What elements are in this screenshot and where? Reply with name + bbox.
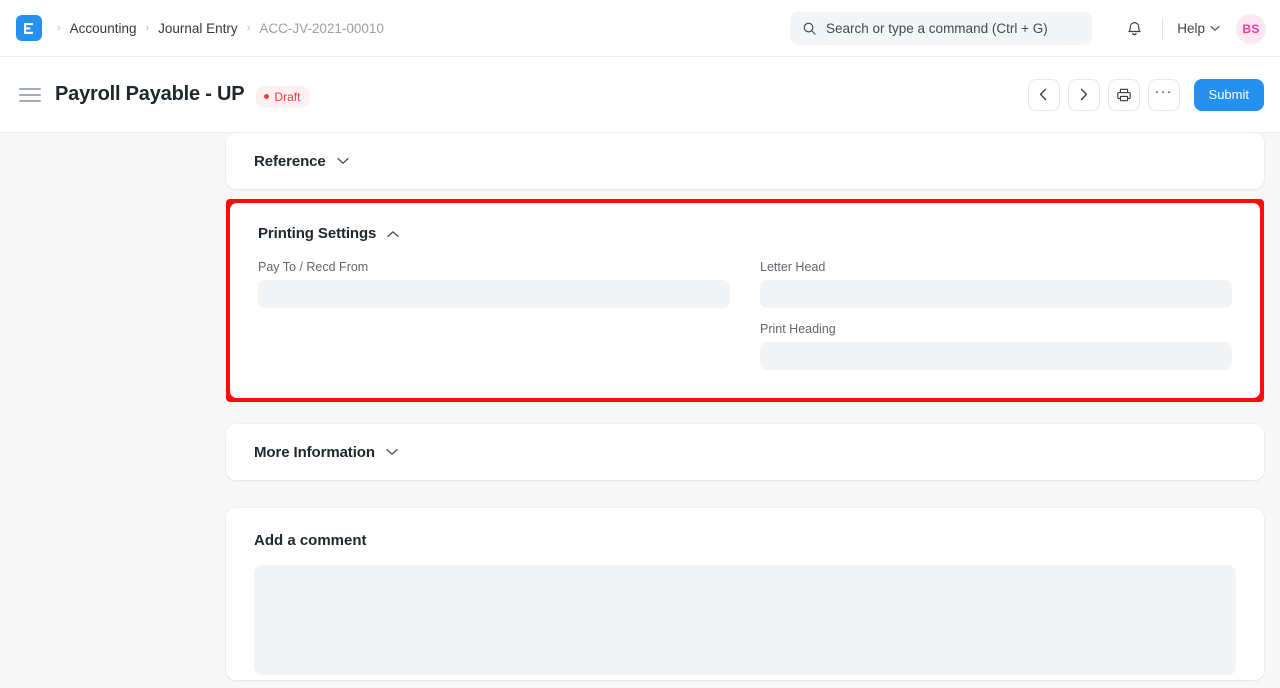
- navbar-divider: [1162, 18, 1163, 40]
- more-actions-button[interactable]: ···: [1148, 79, 1180, 111]
- letter-head-input[interactable]: [760, 280, 1232, 308]
- print-heading-input[interactable]: [760, 342, 1232, 370]
- chevron-down-icon[interactable]: [386, 448, 398, 456]
- section-reference-header[interactable]: Reference: [254, 153, 349, 170]
- section-printing-settings-title: Printing Settings: [258, 225, 376, 242]
- status-badge-label: Draft: [274, 90, 300, 104]
- next-document-button[interactable]: [1068, 79, 1100, 111]
- field-letter-head-label: Letter Head: [760, 260, 1232, 274]
- avatar[interactable]: BS: [1236, 14, 1266, 44]
- status-dot-icon: [264, 94, 269, 99]
- breadcrumb-separator: ›: [48, 23, 70, 34]
- column-spacer: [258, 322, 730, 364]
- breadcrumb-separator: ›: [136, 23, 158, 34]
- field-pay-to-recd-from: Pay To / Recd From: [258, 260, 730, 308]
- section-printing-settings-header[interactable]: Printing Settings: [258, 225, 1232, 242]
- chevron-down-icon: [1210, 25, 1220, 32]
- page-body: Reference Printing Settings Pa: [0, 133, 1280, 688]
- breadcrumb-item-current: ACC-JV-2021-00010: [259, 21, 384, 36]
- prev-document-button[interactable]: [1028, 79, 1060, 111]
- page-title: Payroll Payable - UP: [55, 83, 244, 106]
- pay-to-recd-from-input[interactable]: [258, 280, 730, 308]
- chevron-up-icon[interactable]: [387, 230, 399, 238]
- printing-settings-right-column: Letter Head Print Heading: [760, 260, 1232, 370]
- hamburger-menu-icon[interactable]: [19, 88, 41, 102]
- submit-button[interactable]: Submit: [1194, 79, 1264, 111]
- top-navbar: › Accounting › Journal Entry › ACC-JV-20…: [0, 0, 1280, 57]
- field-print-heading: Print Heading: [760, 322, 1232, 370]
- help-menu-button[interactable]: Help: [1175, 17, 1222, 40]
- printing-settings-left-column: Pay To / Recd From: [258, 260, 730, 370]
- breadcrumb: › Accounting › Journal Entry › ACC-JV-20…: [48, 21, 384, 36]
- notifications-button[interactable]: [1118, 13, 1150, 45]
- hamburger-bar: [19, 88, 41, 90]
- status-badge: Draft: [256, 86, 310, 108]
- chevron-down-icon[interactable]: [337, 157, 349, 165]
- section-more-information-title: More Information: [254, 444, 375, 461]
- bell-icon: [1126, 20, 1143, 37]
- section-more-information-header[interactable]: More Information: [254, 444, 398, 461]
- search-icon: [802, 21, 817, 36]
- printing-settings-fields: Pay To / Recd From Letter Head Print Hea…: [258, 260, 1232, 370]
- navbar-right-actions: Help BS: [1118, 0, 1266, 57]
- chevron-left-icon: [1039, 88, 1048, 101]
- field-pay-to-recd-from-label: Pay To / Recd From: [258, 260, 730, 274]
- comment-card: Add a comment: [226, 508, 1264, 680]
- erpnext-logo-icon[interactable]: [16, 15, 42, 41]
- titlebar-actions: ··· Submit: [1028, 79, 1264, 111]
- search-box[interactable]: [790, 12, 1092, 45]
- section-more-information[interactable]: More Information: [226, 424, 1264, 480]
- print-button[interactable]: [1108, 79, 1140, 111]
- search-input[interactable]: [826, 21, 1080, 36]
- section-reference[interactable]: Reference: [226, 133, 1264, 189]
- page-titlebar: Payroll Payable - UP Draft ··· Submit: [0, 57, 1280, 133]
- logo-glyph: [22, 21, 37, 36]
- hamburger-bar: [19, 100, 41, 102]
- comment-title: Add a comment: [254, 532, 1236, 549]
- breadcrumb-item-accounting[interactable]: Accounting: [70, 21, 137, 36]
- field-print-heading-label: Print Heading: [760, 322, 1232, 336]
- breadcrumb-separator: ›: [238, 23, 260, 34]
- breadcrumb-item-journal-entry[interactable]: Journal Entry: [158, 21, 238, 36]
- section-printing-settings: Printing Settings Pay To / Recd From: [230, 203, 1260, 398]
- comment-input[interactable]: [254, 565, 1236, 675]
- help-label: Help: [1177, 21, 1205, 36]
- form-column: Reference Printing Settings Pa: [226, 133, 1264, 680]
- highlight-annotation: Printing Settings Pay To / Recd From: [226, 199, 1264, 402]
- global-search-container: [790, 12, 1092, 45]
- printer-icon: [1116, 87, 1132, 103]
- field-letter-head: Letter Head: [760, 260, 1232, 308]
- chevron-right-icon: [1079, 88, 1088, 101]
- section-reference-title: Reference: [254, 153, 326, 170]
- hamburger-bar: [19, 94, 41, 96]
